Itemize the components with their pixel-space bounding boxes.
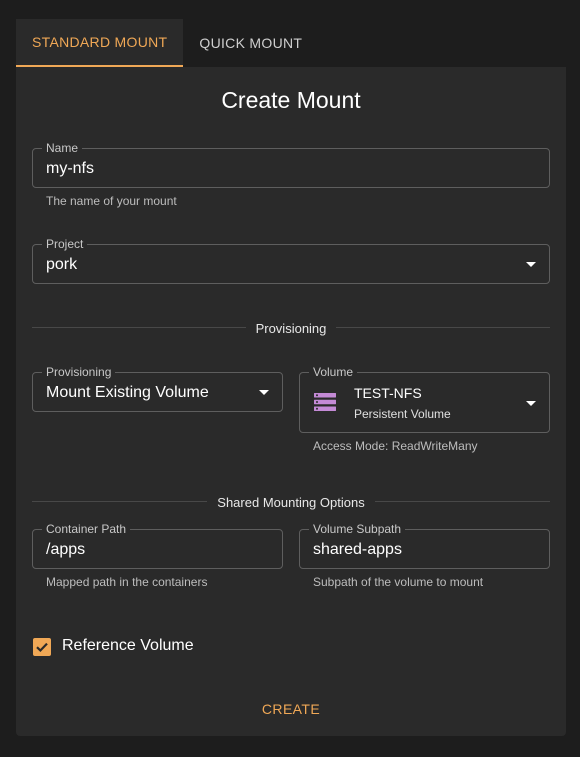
volume-subpath-helper: Subpath of the volume to mount <box>313 575 484 589</box>
create-mount-card: Create Mount Name my-nfs The name of you… <box>16 67 566 736</box>
volume-subpath-value: shared-apps <box>313 541 402 558</box>
tab-standard-mount[interactable]: STANDARD MOUNT <box>16 19 184 67</box>
reference-volume-checkbox[interactable] <box>33 638 51 656</box>
name-label: Name <box>42 141 83 155</box>
container-path-field[interactable]: Container Path /apps <box>32 522 283 569</box>
chevron-down-icon <box>259 390 269 395</box>
name-field[interactable]: Name my-nfs <box>32 141 550 188</box>
storage-icon <box>314 393 336 411</box>
reference-volume-label[interactable]: Reference Volume <box>62 637 194 655</box>
tab-quick-mount[interactable]: QUICK MOUNT <box>183 19 318 67</box>
volume-subpath-field[interactable]: Volume Subpath shared-apps <box>299 522 550 569</box>
container-path-value: /apps <box>46 541 86 558</box>
chevron-down-icon <box>526 262 536 267</box>
volume-name: TEST-NFS <box>354 385 422 401</box>
volume-subpath-label: Volume Subpath <box>309 522 406 536</box>
tab-bar: STANDARD MOUNT QUICK MOUNT <box>16 19 566 67</box>
project-label: Project <box>42 237 88 251</box>
create-button[interactable]: CREATE <box>251 692 331 726</box>
volume-type: Persistent Volume <box>354 407 451 421</box>
chevron-down-icon <box>526 401 536 406</box>
name-value: my-nfs <box>46 160 94 177</box>
shared-mounting-section-heading: Shared Mounting Options <box>16 494 566 512</box>
provisioning-section-heading: Provisioning <box>16 320 566 338</box>
project-value: pork <box>46 256 78 273</box>
provisioning-label: Provisioning <box>42 365 116 379</box>
volume-select[interactable]: Volume TEST-NFS Persistent Volume <box>299 365 550 433</box>
check-icon <box>36 642 48 653</box>
provisioning-value: Mount Existing Volume <box>46 384 209 401</box>
container-path-helper: Mapped path in the containers <box>46 575 208 589</box>
volume-label: Volume <box>309 365 358 379</box>
access-mode-text: Access Mode: ReadWriteMany <box>313 439 478 453</box>
provisioning-select[interactable]: Provisioning Mount Existing Volume <box>32 365 283 412</box>
project-select[interactable]: Project pork <box>32 237 550 284</box>
name-helper: The name of your mount <box>46 194 177 208</box>
page-title: Create Mount <box>221 87 361 113</box>
container-path-label: Container Path <box>42 522 131 536</box>
